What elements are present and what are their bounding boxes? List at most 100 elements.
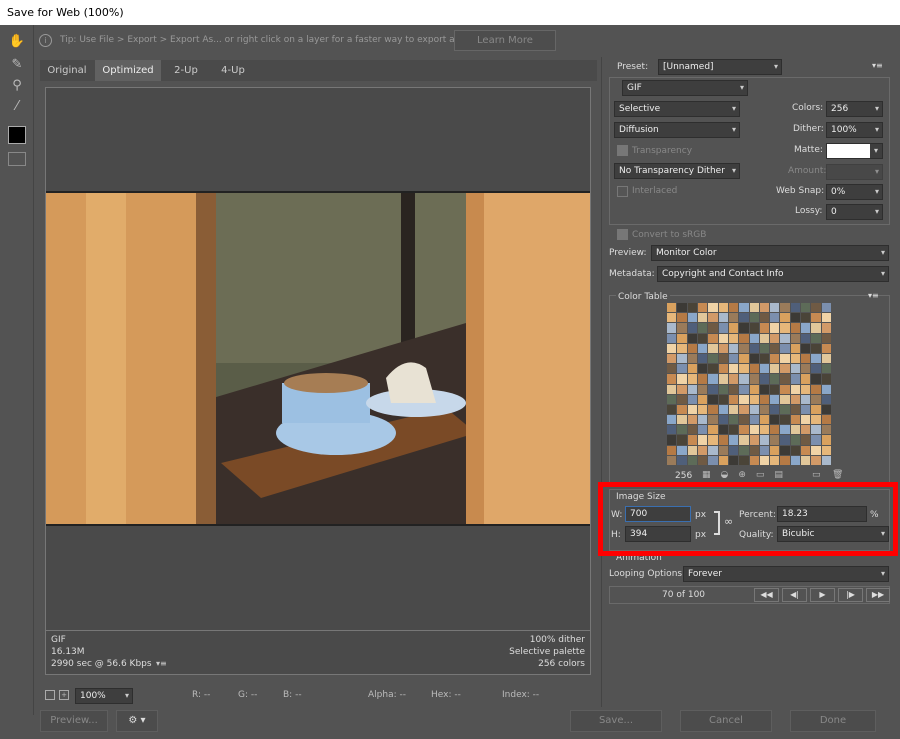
color-swatch[interactable]: [667, 343, 677, 353]
color-swatch[interactable]: [697, 415, 708, 425]
color-swatch[interactable]: [677, 455, 687, 465]
color-swatch[interactable]: [718, 404, 728, 415]
color-swatch[interactable]: [801, 323, 811, 333]
color-swatch[interactable]: [811, 353, 821, 364]
color-swatch[interactable]: [790, 384, 801, 394]
color-swatch[interactable]: [780, 445, 790, 455]
color-swatch[interactable]: [821, 394, 831, 404]
color-table-swatches[interactable]: [667, 303, 831, 465]
color-swatch[interactable]: [759, 435, 770, 445]
color-swatch[interactable]: [687, 374, 697, 384]
color-swatch[interactable]: [728, 343, 739, 353]
color-swatch[interactable]: [708, 394, 718, 404]
color-swatch[interactable]: [687, 323, 697, 333]
color-swatch[interactable]: [749, 394, 759, 404]
play-icon[interactable]: ▶: [810, 588, 835, 602]
color-swatch[interactable]: [708, 445, 718, 455]
color-swatch[interactable]: [697, 374, 708, 384]
color-swatch[interactable]: [718, 374, 728, 384]
color-swatch[interactable]: [801, 445, 811, 455]
color-swatch[interactable]: [770, 394, 780, 404]
save-button[interactable]: Save...: [570, 710, 662, 732]
color-swatch[interactable]: [759, 404, 770, 415]
color-swatch[interactable]: [759, 303, 770, 313]
color-swatch[interactable]: [780, 415, 790, 425]
color-swatch[interactable]: [811, 394, 821, 404]
color-swatch[interactable]: [687, 425, 697, 435]
color-swatch[interactable]: [811, 323, 821, 333]
color-swatch[interactable]: [739, 445, 749, 455]
color-swatch[interactable]: [790, 313, 801, 323]
color-swatch[interactable]: [708, 425, 718, 435]
color-swatch[interactable]: [739, 374, 749, 384]
zoom-out-icon[interactable]: [45, 690, 55, 700]
color-swatch[interactable]: [749, 323, 759, 333]
color-swatch[interactable]: [821, 303, 831, 313]
color-swatch[interactable]: [739, 394, 749, 404]
color-swatch[interactable]: [770, 333, 780, 343]
color-swatch[interactable]: [739, 364, 749, 374]
color-swatch[interactable]: [728, 303, 739, 313]
color-swatch[interactable]: [728, 323, 739, 333]
color-swatch[interactable]: [728, 313, 739, 323]
color-swatch[interactable]: [780, 394, 790, 404]
color-swatch[interactable]: [739, 303, 749, 313]
color-swatch[interactable]: [811, 415, 821, 425]
color-swatch[interactable]: [780, 323, 790, 333]
color-swatch[interactable]: [759, 364, 770, 374]
cancel-button[interactable]: Cancel: [680, 710, 772, 732]
slice-select-tool-icon[interactable]: ✎: [8, 56, 26, 74]
color-swatch[interactable]: [759, 384, 770, 394]
color-swatch[interactable]: [759, 394, 770, 404]
colors-select[interactable]: 256 ▾: [826, 101, 883, 117]
color-swatch[interactable]: [667, 323, 677, 333]
color-swatch[interactable]: [708, 364, 718, 374]
done-button[interactable]: Done: [790, 710, 876, 732]
color-swatch[interactable]: [677, 343, 687, 353]
color-swatch[interactable]: [697, 384, 708, 394]
color-swatch[interactable]: [790, 353, 801, 364]
color-swatch[interactable]: [790, 374, 801, 384]
toggle-slices-icon[interactable]: [8, 152, 26, 166]
color-swatch[interactable]: [718, 425, 728, 435]
color-swatch[interactable]: [770, 425, 780, 435]
color-swatch[interactable]: [759, 353, 770, 364]
color-swatch[interactable]: [697, 425, 708, 435]
color-swatch[interactable]: [697, 364, 708, 374]
preset-select[interactable]: [Unnamed] ▾: [658, 59, 782, 75]
color-swatch[interactable]: [718, 364, 728, 374]
color-swatch[interactable]: [728, 333, 739, 343]
color-swatch[interactable]: [759, 455, 770, 465]
color-swatch[interactable]: [749, 313, 759, 323]
color-swatch[interactable]: [770, 435, 780, 445]
color-swatch[interactable]: [718, 435, 728, 445]
color-swatch[interactable]: [780, 343, 790, 353]
color-swatch[interactable]: [677, 404, 687, 415]
color-swatch[interactable]: [811, 343, 821, 353]
color-swatch[interactable]: [759, 415, 770, 425]
color-swatch[interactable]: [821, 353, 831, 364]
color-swatch[interactable]: [718, 323, 728, 333]
color-swatch[interactable]: [667, 364, 677, 374]
color-swatch[interactable]: [749, 425, 759, 435]
preview-color-select[interactable]: Monitor Color ▾: [651, 245, 889, 261]
hand-tool-icon[interactable]: ✋: [8, 33, 26, 51]
color-swatch[interactable]: [821, 435, 831, 445]
color-swatch[interactable]: [728, 394, 739, 404]
color-swatch[interactable]: [728, 435, 739, 445]
color-swatch[interactable]: [770, 343, 780, 353]
color-swatch[interactable]: [739, 384, 749, 394]
color-swatch[interactable]: [687, 435, 697, 445]
color-swatch[interactable]: [687, 353, 697, 364]
color-swatch[interactable]: [811, 303, 821, 313]
color-swatch[interactable]: [728, 384, 739, 394]
color-swatch[interactable]: [687, 333, 697, 343]
color-swatch[interactable]: [718, 343, 728, 353]
color-swatch[interactable]: [801, 435, 811, 445]
color-swatch[interactable]: [677, 303, 687, 313]
color-swatch[interactable]: [728, 445, 739, 455]
color-swatch[interactable]: [780, 303, 790, 313]
color-swatch[interactable]: [718, 353, 728, 364]
color-swatch[interactable]: [687, 303, 697, 313]
color-swatch[interactable]: [801, 394, 811, 404]
